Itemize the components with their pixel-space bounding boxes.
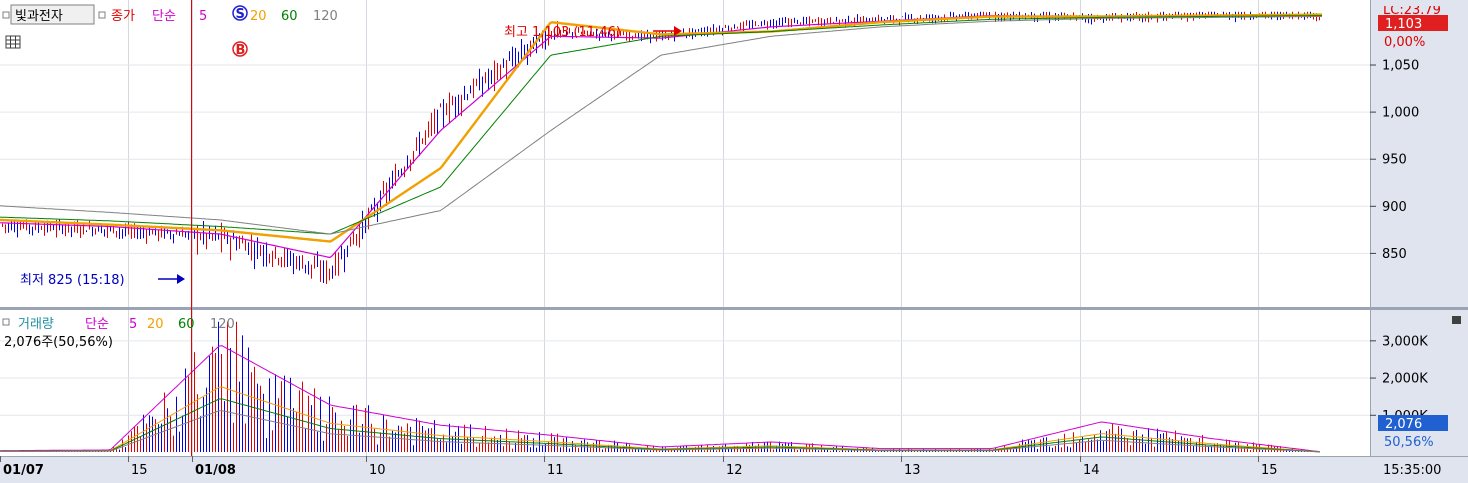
volume-period-5: 5 (129, 317, 137, 332)
table-icon[interactable] (5, 35, 21, 49)
current-time: 15:35:00 (1383, 463, 1441, 478)
volume-period-20: 20 (147, 317, 164, 332)
svg-text:S: S (236, 7, 245, 22)
buy-marker: B (232, 41, 248, 58)
volume-legend-bullet (2, 318, 10, 326)
current-price: 1,103 (1385, 17, 1422, 32)
current-volume: 2,076 (1385, 417, 1422, 432)
price-tick-label: 900 (1382, 200, 1407, 215)
price-panel-bg (0, 0, 1370, 307)
volume-panel-toggle-icon[interactable] (1452, 316, 1461, 324)
volume-tick-label: 3,000K (1382, 334, 1428, 349)
time-tick-label: 15 (1261, 463, 1278, 478)
price-tick-label: 1,000 (1382, 106, 1419, 121)
price-label: 종가 (111, 9, 135, 24)
time-tick-label: 12 (726, 463, 743, 478)
volume-period-120: 120 (210, 317, 235, 332)
time-tick-label: 14 (1083, 463, 1100, 478)
current-volume-ratio: 50,56% (1384, 435, 1434, 450)
volume-label: 거래량 (18, 317, 54, 332)
legend-bullet (2, 11, 10, 19)
price-tick-label: 850 (1382, 247, 1407, 262)
price-tick-label: 950 (1382, 153, 1407, 168)
volume-tick-label: 2,000K (1382, 372, 1428, 387)
stock-name: 빛과전자 (15, 9, 63, 24)
ma-label: 단순 (152, 9, 176, 24)
legend-period-60: 60 (281, 9, 298, 24)
volume-panel-bg (0, 310, 1370, 456)
volume-period-60: 60 (178, 317, 195, 332)
stock-chart: 8509009501,0001,050 1,000K2,000K3,000K 0… (0, 0, 1468, 483)
legend-period-20: 20 (250, 9, 267, 24)
price-tick-label: 1,050 (1382, 59, 1419, 74)
volume-ma-label: 단순 (85, 317, 109, 332)
svg-text:B: B (236, 43, 246, 58)
legend-period-5: 5 (199, 9, 207, 24)
time-tick-label: 01/07 (3, 463, 44, 478)
time-tick-label: 13 (904, 463, 921, 478)
time-tick-label: 15 (131, 463, 148, 478)
high-annotation: 최고 1,103 (11:46) (504, 25, 621, 40)
chart-window: 8509009501,0001,050 1,000K2,000K3,000K 0… (0, 0, 1468, 483)
current-change: 0,00% (1384, 35, 1425, 50)
low-annotation: 최저 825 (15:18) (20, 273, 125, 288)
legend-period-120: 120 (313, 9, 338, 24)
time-tick-label: 01/08 (195, 463, 236, 478)
time-tick-label: 11 (547, 463, 564, 478)
volume-current-text: 2,076주(50,56%) (4, 335, 113, 350)
time-tick-label: 10 (369, 463, 386, 478)
legend-bullet-2 (98, 11, 106, 19)
